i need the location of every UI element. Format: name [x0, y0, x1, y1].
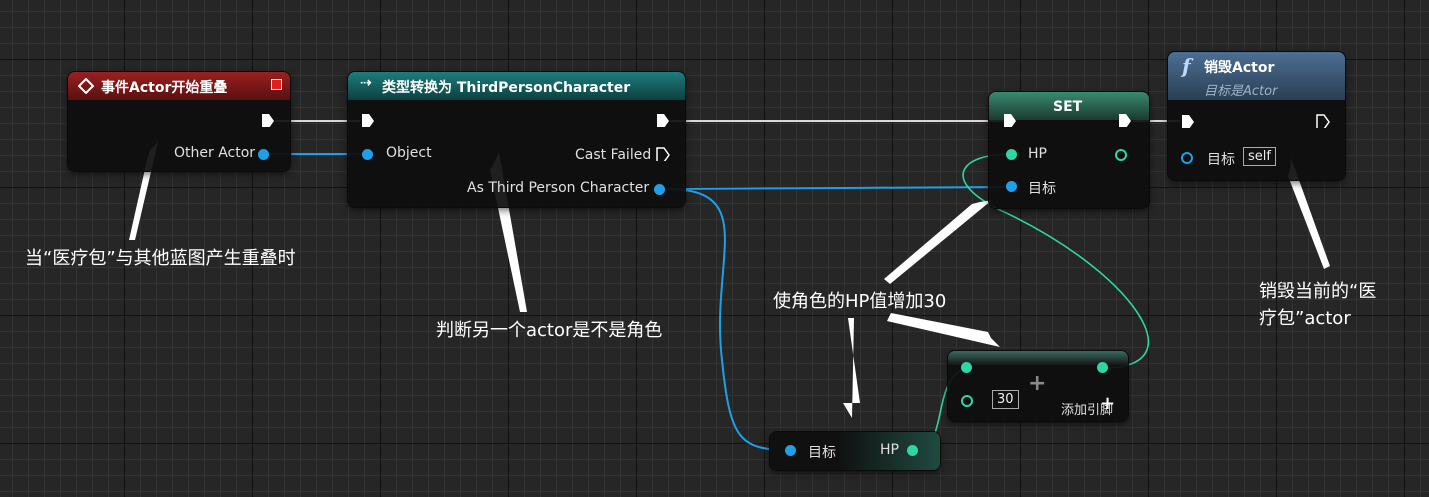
self-value-box[interactable]: self [1243, 147, 1276, 166]
annotation-overlap: 当“医疗包”与其他蓝图产生重叠时 [25, 248, 296, 269]
b-input-pin[interactable] [961, 395, 973, 407]
cast-arrows-icon: ⇢ [360, 75, 372, 91]
add-node[interactable]: + 30 添加引脚 + [948, 351, 1128, 421]
annotation-arrow [887, 313, 1000, 347]
node-title: SET [1053, 99, 1083, 115]
value-box[interactable]: 30 [992, 390, 1019, 409]
destroy-actor-node[interactable]: f 销毁Actor 目标是Actor 目标 self [1168, 52, 1345, 180]
target-pin[interactable] [785, 445, 796, 456]
diamond-icon [78, 78, 94, 94]
annotation-cast: 判断另一个actor是不是角色 [436, 320, 663, 341]
object-wire [666, 188, 791, 451]
node-title: 事件Actor开始重叠 [101, 80, 228, 96]
pin-label: Cast Failed [575, 147, 652, 163]
annotation-destroy-line2: 疗包”actor [1259, 308, 1351, 329]
pin-label: 目标 [1207, 152, 1235, 168]
hp-output-pin[interactable] [907, 445, 918, 456]
hp-output-pin[interactable] [1115, 149, 1127, 161]
pin-label: HP [1028, 146, 1047, 162]
exec-output-pin[interactable] [1316, 114, 1330, 128]
node-subtitle: 目标是Actor [1204, 84, 1278, 99]
overlap-event-node[interactable]: 事件Actor开始重叠 Other Actor [68, 72, 290, 171]
pin-label: Other Actor [174, 145, 256, 161]
node-header: f 销毁Actor 目标是Actor [1168, 52, 1345, 100]
set-node[interactable]: SET HP 目标 [989, 92, 1149, 208]
cast-node[interactable]: ⇢ 类型转换为 ThirdPersonCharacter Object Cast… [348, 72, 685, 207]
cast-failed-pin[interactable] [656, 147, 670, 161]
get-hp-node[interactable]: 目标 HP [770, 432, 940, 470]
object-pin[interactable] [362, 149, 373, 160]
annotation-hp: 使角色的HP值增加30 [773, 291, 947, 312]
result-output-pin[interactable] [1097, 362, 1108, 373]
pin-label: As Third Person Character [467, 180, 650, 196]
node-header: 事件Actor开始重叠 [68, 72, 290, 100]
exec-input-pin[interactable] [361, 113, 375, 127]
as-character-pin[interactable] [654, 184, 665, 195]
hp-input-pin[interactable] [1006, 149, 1017, 160]
add-pin-plus-icon[interactable]: + [1100, 393, 1115, 414]
other-actor-pin[interactable] [258, 149, 269, 160]
stop-icon [271, 79, 282, 90]
exec-input-pin[interactable] [1003, 113, 1017, 127]
annotation-arrow [843, 318, 860, 418]
plus-icon: + [1028, 371, 1047, 396]
annotation-arrow [884, 200, 992, 284]
target-pin[interactable] [1006, 181, 1017, 192]
node-title: 销毁Actor [1204, 60, 1275, 76]
exec-output-pin[interactable] [656, 113, 670, 127]
node-header: ⇢ 类型转换为 ThirdPersonCharacter [348, 72, 685, 100]
a-input-pin[interactable] [961, 362, 972, 373]
pin-label: 目标 [1028, 181, 1056, 197]
pin-label: HP [880, 442, 899, 458]
exec-output-pin[interactable] [261, 113, 275, 127]
node-title: 类型转换为 ThirdPersonCharacter [382, 80, 631, 96]
exec-output-pin[interactable] [1118, 113, 1132, 127]
exec-input-pin[interactable] [1181, 114, 1195, 128]
annotation-destroy-line1: 销毁当前的“医 [1259, 281, 1377, 302]
target-pin[interactable] [1181, 152, 1193, 164]
pin-label: 目标 [808, 445, 836, 461]
pin-label: Object [386, 145, 432, 161]
function-f-icon: f [1182, 54, 1191, 78]
object-wire [666, 186, 1010, 190]
